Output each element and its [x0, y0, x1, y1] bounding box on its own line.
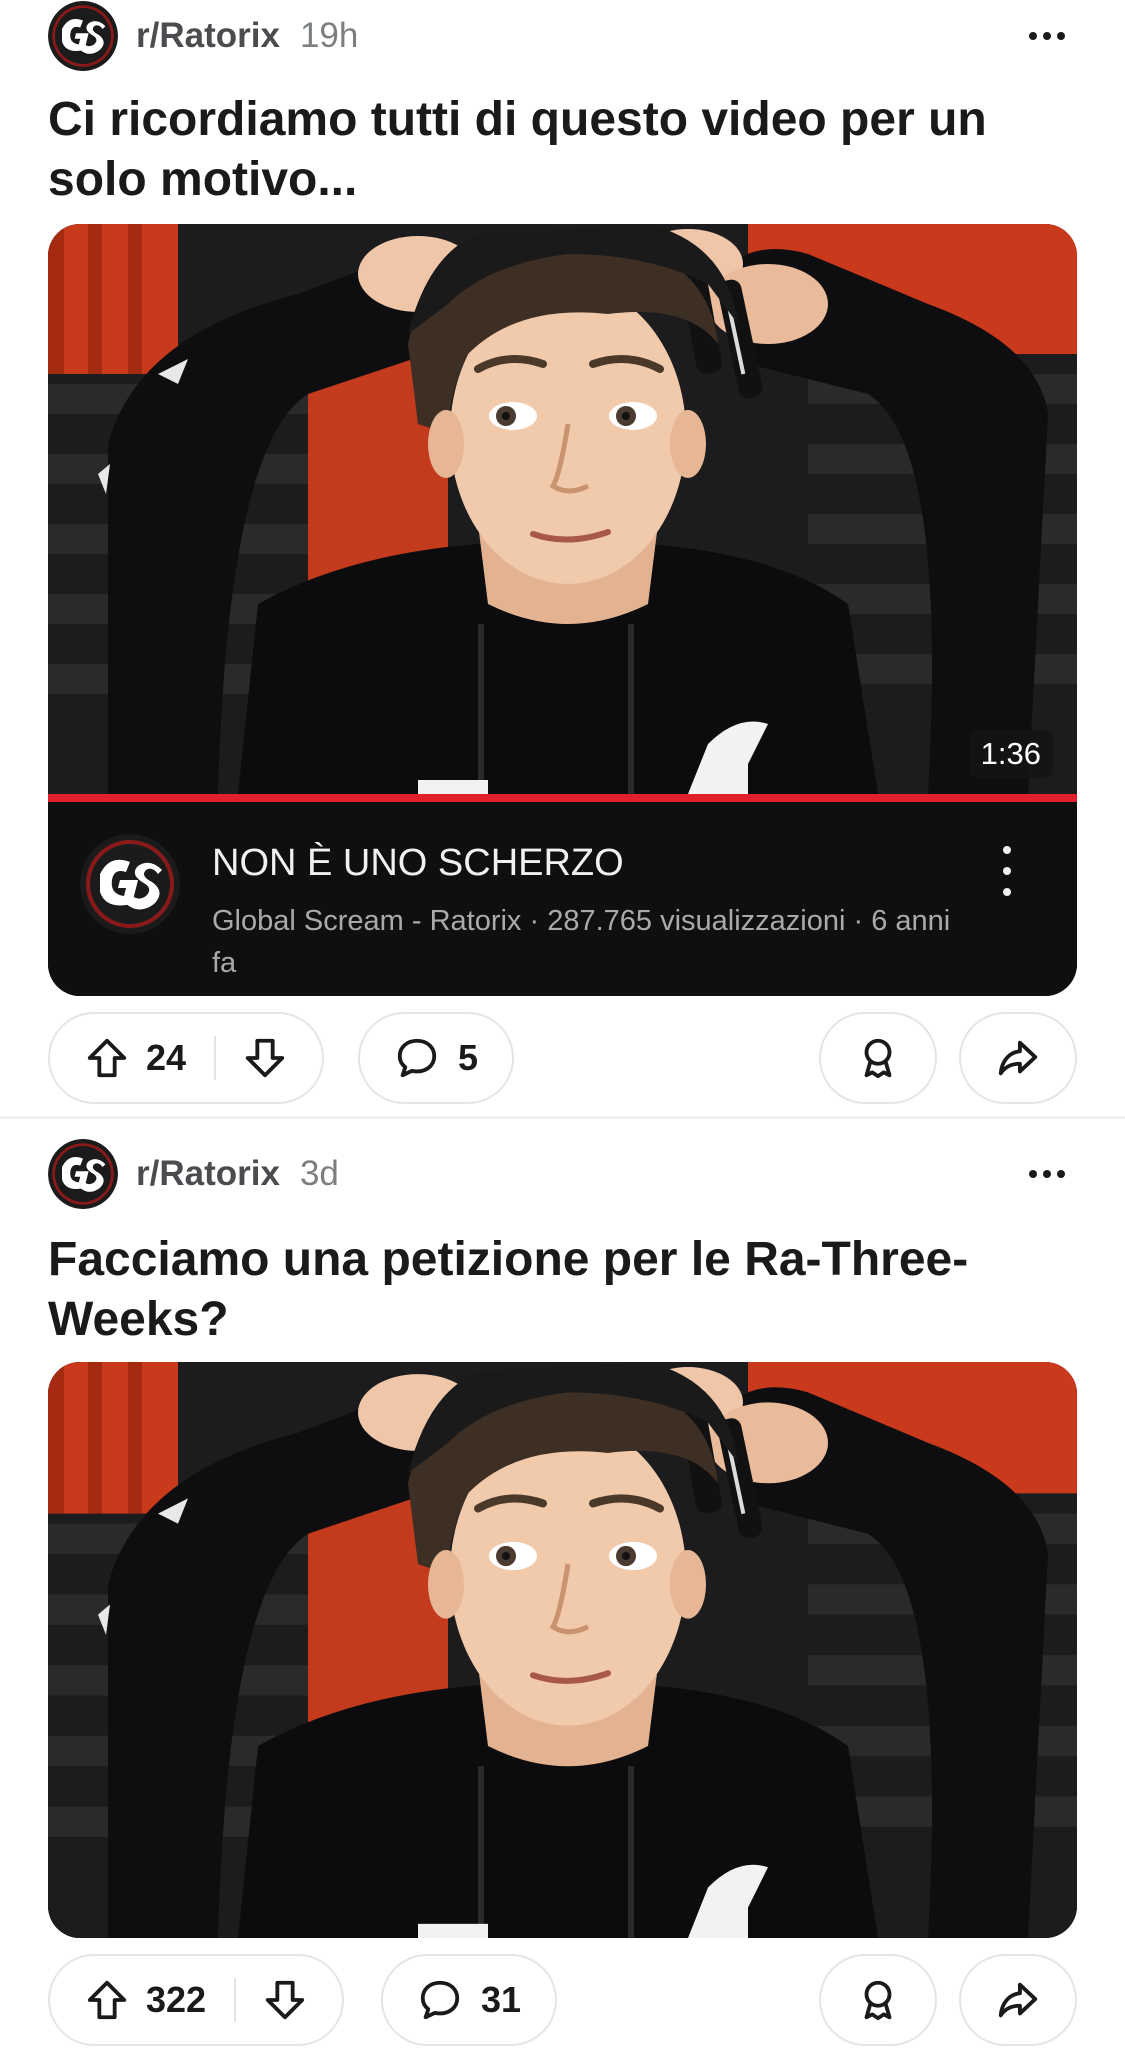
- post-title[interactable]: Facciamo una petizione per le Ra-Three-W…: [48, 1230, 1058, 1350]
- post-image-content[interactable]: [48, 1362, 1077, 1938]
- video-embed[interactable]: 1:36 NON È UNO SCHERZO Global Scream - R…: [48, 224, 1077, 996]
- upvote-arrow-icon[interactable]: [84, 1977, 130, 2023]
- post-action-bar: 24 5: [48, 1012, 1077, 1108]
- vote-control: 24: [48, 1012, 325, 1104]
- post-title[interactable]: Ci ricordiamo tutti di questo video per …: [48, 90, 1058, 210]
- award-button[interactable]: [819, 1954, 937, 2046]
- comment-bubble-icon: [397, 1038, 437, 1078]
- video-progress-fill: [48, 794, 1077, 802]
- comments-button[interactable]: 31: [381, 1954, 558, 2046]
- video-info-bar: NON È UNO SCHERZO Global Scream - Ratori…: [48, 802, 1077, 996]
- upvote-arrow-icon[interactable]: [84, 1035, 130, 1081]
- subreddit-name[interactable]: r/Ratorix: [136, 1154, 280, 1194]
- video-thumbnail[interactable]: [48, 224, 1077, 794]
- vote-separator: [214, 1036, 217, 1080]
- kebab-menu-icon[interactable]: [997, 846, 1017, 896]
- comment-count: 5: [458, 1037, 479, 1078]
- post-age: 3d: [299, 1154, 339, 1193]
- post-divider: [0, 1116, 1125, 1119]
- share-arrow-icon: [998, 1040, 1038, 1076]
- downvote-arrow-icon[interactable]: [242, 1035, 288, 1081]
- award-button[interactable]: [819, 1012, 937, 1104]
- gs-logo-icon[interactable]: [48, 1139, 118, 1209]
- upvote-count: 24: [146, 1037, 187, 1078]
- more-dots-icon[interactable]: [1017, 16, 1077, 56]
- video-meta: Global Scream - Ratorix · 287.765 visual…: [212, 905, 951, 979]
- post-age: 19h: [299, 16, 359, 55]
- post-card[interactable]: r/Ratorix 3d Facciamo una petizione per …: [0, 1138, 1125, 2057]
- post-image[interactable]: [48, 1362, 1077, 1938]
- vote-control: 322: [48, 1954, 345, 2046]
- post-header: r/Ratorix 3d: [48, 1138, 339, 1210]
- video-duration: 1:36: [968, 730, 1053, 778]
- video-title[interactable]: NON È UNO SCHERZO: [212, 842, 624, 885]
- comments-button[interactable]: 5: [358, 1012, 515, 1104]
- share-arrow-icon: [998, 1982, 1038, 2018]
- more-dots-icon[interactable]: [1017, 1154, 1077, 1194]
- comment-count: 31: [481, 1979, 522, 2020]
- upvote-count: 322: [146, 1979, 207, 2020]
- comment-bubble-icon: [420, 1980, 460, 2020]
- vote-separator: [234, 1978, 237, 2022]
- share-button[interactable]: [959, 1954, 1077, 2046]
- post-action-bar: 322 31: [48, 1954, 1077, 2050]
- gs-logo-icon[interactable]: [48, 1, 118, 71]
- award-icon: [864, 1980, 892, 2021]
- share-button[interactable]: [959, 1012, 1077, 1104]
- post-card[interactable]: r/Ratorix 19h Ci ricordiamo tutti di que…: [0, 0, 1125, 1118]
- downvote-arrow-icon[interactable]: [262, 1977, 308, 2023]
- post-header: r/Ratorix 19h: [48, 0, 358, 72]
- video-progress-bar: [48, 794, 1077, 802]
- award-icon: [864, 1038, 892, 1079]
- channel-avatar[interactable]: [80, 834, 180, 934]
- subreddit-name[interactable]: r/Ratorix: [136, 16, 280, 56]
